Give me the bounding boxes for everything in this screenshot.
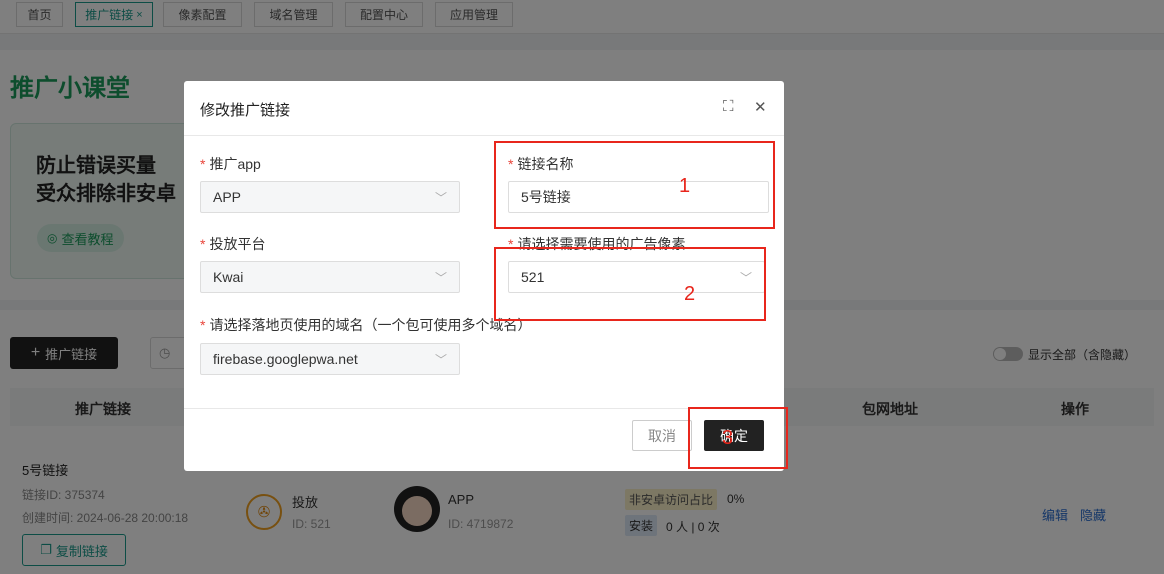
dialog-header: 修改推广链接 ⛶ ✕ — [184, 81, 784, 136]
annotation-number-1: 1 — [679, 175, 691, 197]
annotation-number-2: 2 — [684, 283, 696, 305]
annotation-box-1 — [494, 141, 775, 229]
maximize-icon[interactable]: ⛶ — [723, 98, 734, 115]
domain-select[interactable]: firebase.googlepwa.net ﹀ — [200, 343, 460, 375]
platform-select-value: Kwai — [213, 269, 244, 285]
dialog-title: 修改推广链接 — [200, 102, 291, 119]
platform-select[interactable]: Kwai ﹀ — [200, 261, 460, 293]
domain-select-value: firebase.googlepwa.net — [213, 351, 358, 367]
domain-field-label: * 请选择落地页使用的域名（一个包可使用多个域名） — [200, 317, 532, 333]
close-icon[interactable]: ✕ — [754, 98, 767, 116]
cancel-button[interactable]: 取消 — [632, 420, 692, 451]
annotation-number-3: 3 — [722, 427, 734, 449]
chevron-down-icon: ﹀ — [434, 353, 447, 367]
annotation-box-2 — [494, 247, 766, 321]
app-field-label: * 推广app — [200, 156, 261, 172]
annotation-box-3 — [688, 407, 788, 469]
chevron-down-icon: ﹀ — [434, 271, 447, 285]
app-select[interactable]: APP ﹀ — [200, 181, 460, 213]
chevron-down-icon: ﹀ — [434, 191, 447, 205]
app-select-value: APP — [213, 189, 242, 205]
platform-field-label: * 投放平台 — [200, 236, 266, 252]
